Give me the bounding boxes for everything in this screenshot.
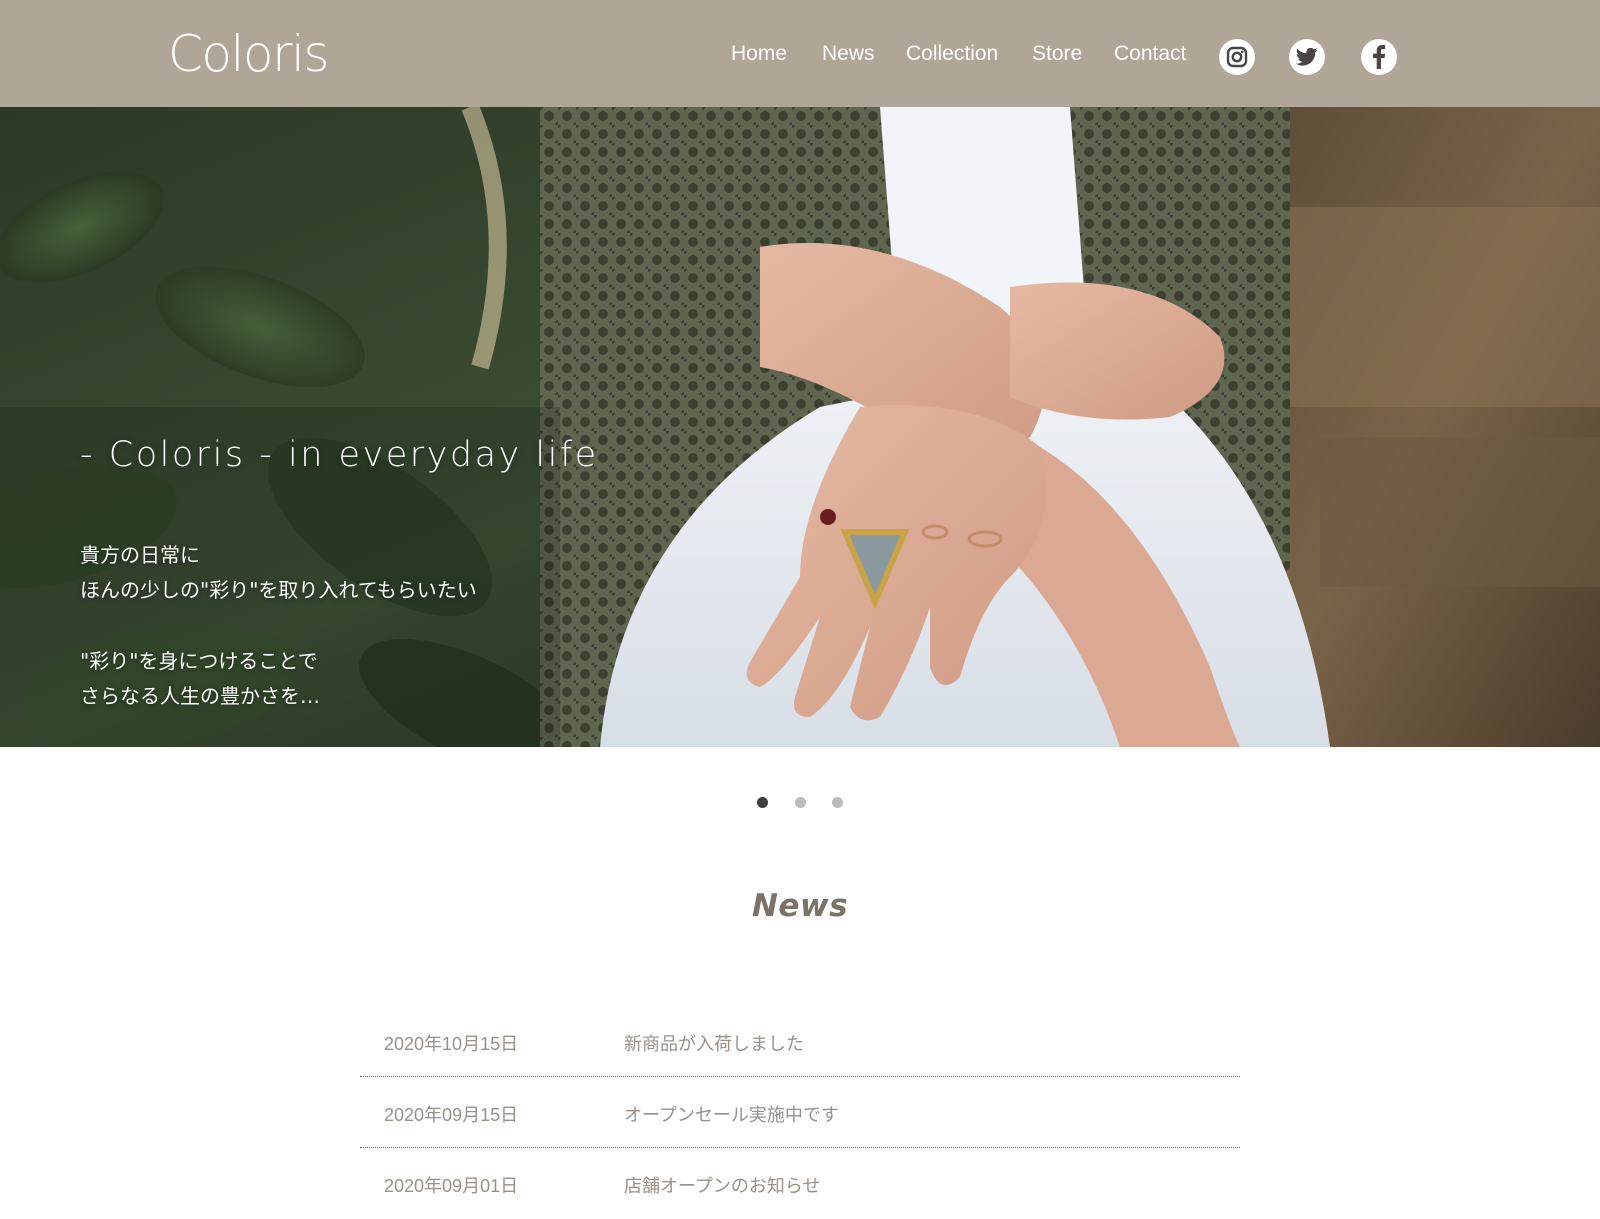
news-list: 2020年10月15日 新商品が入荷しました 2020年09月15日 オープンセ… <box>360 1006 1240 1219</box>
hero-copy-line: "彩り"を身につけることで <box>80 649 318 673</box>
twitter-icon[interactable] <box>1289 39 1325 75</box>
facebook-icon[interactable] <box>1361 39 1397 75</box>
nav-news[interactable]: News <box>822 38 875 70</box>
news-item[interactable]: 2020年10月15日 新商品が入荷しました <box>360 1006 1240 1077</box>
hero-copy-line: さらなる人生の豊かさを… <box>80 684 320 708</box>
slider-dot-2[interactable] <box>795 797 806 808</box>
hero-copy-line: ほんの少しの"彩り"を取り入れてもらいたい <box>80 578 477 602</box>
site-header: Coloris Home News Collection Store Conta… <box>0 0 1600 107</box>
news-date: 2020年09月01日 <box>384 1176 519 1196</box>
news-headline[interactable]: 店舗オープンのお知らせ <box>624 1172 821 1198</box>
hero-tagline: - Coloris - in everyday life <box>80 435 599 475</box>
instagram-icon[interactable] <box>1219 39 1255 75</box>
slider-dot-3[interactable] <box>832 797 843 808</box>
hero-copy-line: 貴方の日常に <box>80 543 200 567</box>
site-logo[interactable]: Coloris <box>168 24 329 84</box>
slider-dot-1[interactable] <box>757 797 768 808</box>
news-section-title: News <box>751 888 849 924</box>
news-headline[interactable]: 新商品が入荷しました <box>624 1030 804 1056</box>
news-date: 2020年09月15日 <box>384 1105 519 1125</box>
news-date: 2020年10月15日 <box>384 1034 519 1054</box>
nav-collection[interactable]: Collection <box>906 38 998 70</box>
news-headline[interactable]: オープンセール実施中です <box>624 1101 839 1127</box>
nav-home[interactable]: Home <box>731 38 787 70</box>
hero-slider: - Coloris - in everyday life 貴方の日常に ほんの少… <box>0 107 1600 747</box>
news-item[interactable]: 2020年09月15日 オープンセール実施中です <box>360 1077 1240 1148</box>
nav-store[interactable]: Store <box>1032 38 1082 70</box>
nav-contact[interactable]: Contact <box>1114 38 1186 70</box>
news-item[interactable]: 2020年09月01日 店舗オープンのお知らせ <box>360 1148 1240 1219</box>
